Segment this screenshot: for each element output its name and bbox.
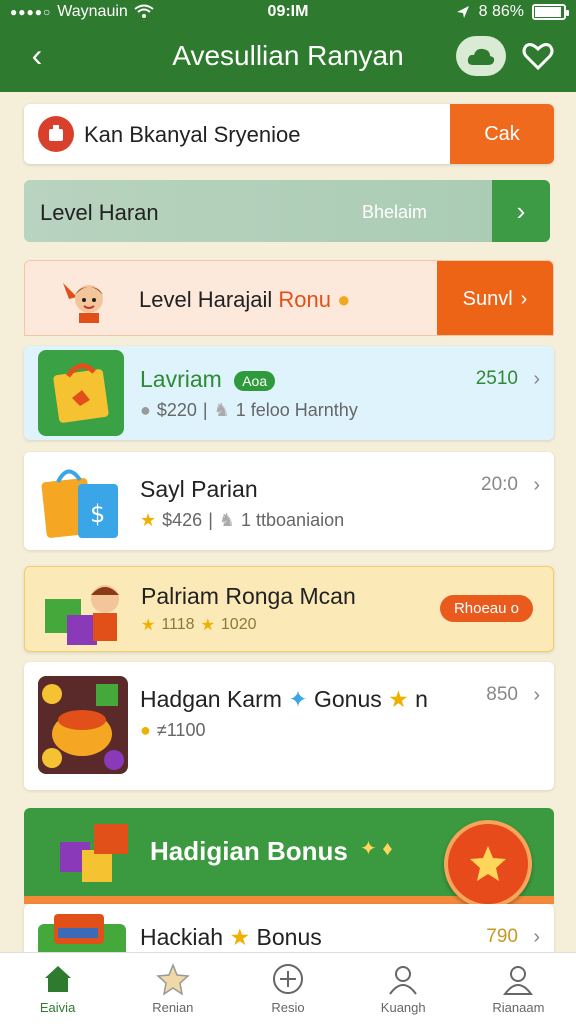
item-subtitle: ★ 1118 ★ 1020 bbox=[141, 616, 257, 634]
item-title: Sayl Parian bbox=[140, 476, 258, 502]
level-label: Level Haran bbox=[40, 200, 159, 225]
star-icon: ★ bbox=[140, 510, 157, 530]
item-pill: Aoa bbox=[234, 370, 276, 391]
list-item[interactable]: Palriam Ronga Mcan ★ 1118 ★ 1020 Rhoeau … bbox=[24, 566, 554, 652]
profile-icon bbox=[503, 966, 534, 995]
banner-label: Hadigian Bonus bbox=[150, 836, 348, 866]
location-icon bbox=[456, 6, 469, 18]
shopping-bag-icon bbox=[38, 350, 124, 436]
item-title: Palriam Ronga Mcan bbox=[141, 583, 356, 609]
gift-box-icon bbox=[45, 585, 119, 645]
level-bar[interactable]: Level Haran Bhelaim › bbox=[24, 180, 550, 242]
battery-percent: 8 86% bbox=[478, 3, 524, 20]
item-action-button[interactable]: Rhoeau o bbox=[439, 595, 533, 622]
trophy-icon: ♞ bbox=[218, 510, 236, 530]
item-value: 850 bbox=[486, 684, 518, 705]
star-icon bbox=[470, 846, 506, 881]
mascot-icon bbox=[63, 283, 103, 323]
bottom-tab-bar: Eaivia Renian Resio Kuangh Rianaam bbox=[0, 952, 576, 1024]
item-subtitle: ● $220 | ♞ 1 feloo Harnthy bbox=[140, 400, 358, 420]
promo-banner[interactable]: Level Harajail Ronu ● Sunvl › bbox=[24, 260, 554, 336]
promo-label: Level Harajail Ronu ● bbox=[139, 287, 351, 312]
coin-icon: ● bbox=[140, 400, 151, 420]
star-icon: ★ bbox=[141, 617, 156, 634]
target-icon bbox=[273, 964, 303, 994]
tab-resio[interactable]: Resio bbox=[230, 953, 345, 1024]
coin-icon: ● bbox=[140, 720, 151, 740]
nav-bar: ‹ Avesullian Ranyan bbox=[0, 30, 576, 84]
app-header: ●●●●○ Waynauin 09:IM 8 86% ‹ Avesullian … bbox=[0, 0, 576, 92]
search-input[interactable]: Kan Bkanyal Sryenioe bbox=[84, 122, 300, 148]
item-value: 2510 bbox=[475, 368, 518, 389]
trophy-icon: ♞ bbox=[213, 400, 230, 420]
user-icon bbox=[389, 966, 418, 995]
status-bar: ●●●●○ Waynauin 09:IM 8 86% bbox=[0, 0, 576, 26]
chevron-right-icon: › bbox=[533, 684, 540, 706]
home-icon bbox=[44, 966, 71, 992]
level-chevron-button[interactable]: › bbox=[492, 180, 550, 242]
treasure-pot-icon bbox=[38, 676, 128, 774]
gift-boxes-icon bbox=[60, 824, 128, 882]
tab-home[interactable]: Eaivia bbox=[0, 953, 115, 1024]
coin-icon: ● bbox=[337, 287, 351, 312]
cloud-icon bbox=[467, 48, 495, 65]
svg-text:$: $ bbox=[90, 500, 105, 528]
promo-button[interactable]: Sunvl › bbox=[437, 261, 553, 335]
battery-icon bbox=[532, 4, 569, 20]
item-value: 20:0 bbox=[481, 474, 518, 495]
app-logo-icon bbox=[38, 116, 74, 152]
search-button[interactable]: Cak bbox=[450, 104, 554, 164]
heart-icon bbox=[522, 43, 554, 71]
favorite-button[interactable] bbox=[518, 36, 558, 76]
chevron-right-icon: › bbox=[533, 926, 540, 948]
search-row[interactable]: Kan Bkanyal Sryenioe Cak bbox=[24, 104, 554, 164]
list-item[interactable]: Lavriam Aoa ● $220 | ♞ 1 feloo Harnthy 25… bbox=[24, 346, 554, 440]
list-item[interactable]: $ Sayl Parian ★ $426 | ♞ 1 ttboaniaion 20… bbox=[24, 452, 554, 550]
star-icon: ★ bbox=[200, 617, 215, 634]
item-title: Hadgan Karm ✦ Gonus ★ n bbox=[140, 686, 428, 712]
gift-bag-icon: $ bbox=[41, 469, 118, 538]
tab-kuangh[interactable]: Kuangh bbox=[346, 953, 461, 1024]
tab-rewards[interactable]: Renian bbox=[115, 953, 230, 1024]
item-subtitle: ★ $426 | ♞ 1 ttboaniaion bbox=[140, 510, 345, 530]
cloud-button[interactable] bbox=[456, 36, 506, 76]
chevron-right-icon: › bbox=[533, 474, 540, 496]
tab-profile[interactable]: Rianaam bbox=[461, 953, 576, 1024]
item-title: Lavriam Aoa bbox=[140, 366, 276, 393]
list-item[interactable]: Hadgan Karm ✦ Gonus ★ n ● ≠1100 850 › bbox=[24, 662, 554, 790]
item-title: Hackiah ★ Bonus bbox=[140, 924, 322, 950]
sparkle-icon: ✦ ♦ bbox=[360, 838, 393, 860]
chevron-right-icon: › bbox=[533, 368, 540, 390]
item-value: 790 bbox=[486, 926, 518, 947]
level-status: Bhelaim bbox=[362, 202, 428, 222]
item-subtitle: ● ≠1100 bbox=[140, 720, 206, 740]
star-badge-icon[interactable] bbox=[444, 820, 532, 908]
star-icon bbox=[155, 962, 190, 996]
